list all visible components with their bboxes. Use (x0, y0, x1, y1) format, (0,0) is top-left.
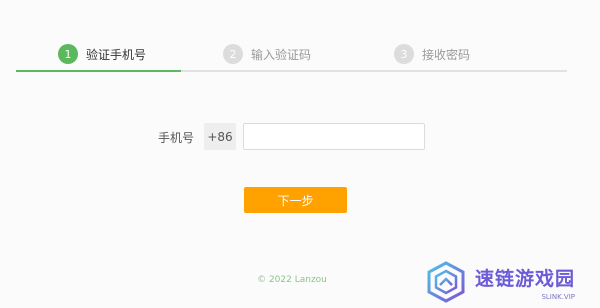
step-number-1: 1 (58, 44, 78, 64)
step-receive-password: 3 接收密码 (394, 44, 470, 64)
phone-input[interactable] (243, 123, 425, 150)
watermark-url: SLINK.VIP (541, 292, 576, 301)
step-progress: 1 验证手机号 2 输入验证码 3 接收密码 (16, 40, 567, 72)
step-number-2: 2 (223, 44, 243, 64)
country-code: +86 (204, 123, 236, 150)
step-label-verify-phone: 验证手机号 (86, 47, 147, 62)
watermark-logo-icon (427, 261, 465, 303)
step-label-receive-password: 接收密码 (422, 47, 471, 62)
step-label-enter-code: 输入验证码 (251, 47, 312, 62)
phone-label: 手机号 (158, 131, 195, 145)
step-number-3: 3 (394, 44, 414, 64)
watermark: 速链游戏园 SLINK.VIP (425, 258, 597, 306)
watermark-title: 速链游戏园 (475, 267, 576, 290)
step-enter-code: 2 输入验证码 (223, 44, 311, 64)
step-verify-phone: 1 验证手机号 (58, 44, 146, 64)
phone-row: 手机号 +86 (0, 123, 600, 150)
next-step-button[interactable]: 下一步 (244, 187, 347, 213)
step-progress-bar (16, 70, 181, 72)
